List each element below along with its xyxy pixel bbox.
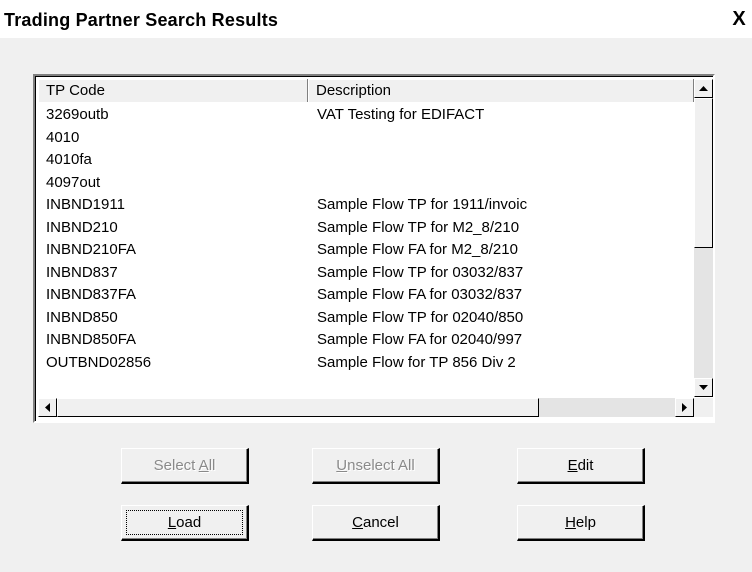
- tp-code-cell: 4097out: [46, 173, 101, 191]
- horizontal-scrollbar[interactable]: [38, 398, 694, 417]
- edit-button[interactable]: Edit: [517, 448, 645, 484]
- table-row[interactable]: 4010: [38, 127, 693, 150]
- vertical-scroll-thumb[interactable]: [694, 98, 713, 248]
- tp-code-cell: INBND1911: [46, 196, 125, 213]
- tp-code-cell: INBND850FA: [46, 331, 137, 348]
- left-arrow-icon: [45, 403, 50, 412]
- right-arrow-icon: [682, 403, 687, 412]
- button-accelerator: C: [352, 514, 363, 531]
- button-label: nselect All: [347, 457, 415, 474]
- table-row[interactable]: INBND837FA Sample Flow FA for 03032/837: [38, 284, 693, 307]
- description-cell: Sample Flow TP for 03032/837: [317, 263, 524, 281]
- tp-code-cell: 3269outb: [46, 106, 109, 123]
- cancel-button[interactable]: Cancel: [312, 505, 440, 541]
- title-bar[interactable]: Trading Partner Search Results X: [0, 0, 752, 38]
- horizontal-scroll-thumb[interactable]: [57, 398, 539, 417]
- scroll-up-button[interactable]: [694, 79, 713, 98]
- tp-code-cell: INBND850: [46, 308, 118, 326]
- tp-code-cell: OUTBND02856: [46, 353, 152, 371]
- close-icon[interactable]: X: [729, 9, 749, 29]
- window-title: Trading Partner Search Results: [4, 10, 279, 30]
- tp-code-cell: 4010fa: [46, 151, 92, 168]
- trading-partner-list[interactable]: TP Code Description 3269outb VAT Testing …: [33, 74, 715, 423]
- table-row[interactable]: OUTBND02856 Sample Flow for TP 856 Div 2: [38, 352, 693, 375]
- table-row[interactable]: INBND850 Sample Flow TP for 02040/850: [38, 307, 693, 330]
- tp-code-cell: INBND837: [46, 263, 118, 281]
- button-label: ancel: [362, 514, 399, 531]
- scroll-right-button[interactable]: [675, 398, 694, 417]
- up-arrow-icon: [699, 86, 708, 91]
- scroll-left-button[interactable]: [38, 398, 57, 417]
- table-row[interactable]: 3269outb VAT Testing for EDIFACT: [38, 104, 693, 127]
- column-header-description[interactable]: Description: [308, 79, 694, 102]
- button-label: elp: [575, 514, 596, 531]
- list-rows: 3269outb VAT Testing for EDIFACT 4010 401…: [38, 104, 693, 394]
- button-accelerator: A: [198, 457, 209, 474]
- description-cell: Sample Flow FA for M2_8/210: [317, 241, 518, 258]
- button-label: Select: [153, 457, 199, 474]
- column-header-tp-code[interactable]: TP Code: [38, 79, 308, 102]
- load-button[interactable]: Load: [121, 505, 249, 541]
- scrollbar-corner: [694, 398, 713, 417]
- description-cell: Sample Flow for TP 856 Div 2: [317, 353, 516, 371]
- unselect-all-button[interactable]: Unselect All: [312, 448, 440, 484]
- tp-code-cell: 4010: [46, 128, 80, 146]
- down-arrow-icon: [699, 385, 708, 390]
- description-cell: Sample Flow TP for 02040/850: [317, 308, 524, 326]
- button-accelerator: U: [336, 457, 348, 474]
- tp-code-cell: INBND210: [46, 218, 118, 236]
- table-row[interactable]: INBND837 Sample Flow TP for 03032/837: [38, 262, 693, 285]
- table-row[interactable]: 4097out: [38, 172, 693, 195]
- description-cell: Sample Flow TP for 1911/invoic: [317, 196, 528, 213]
- tp-code-cell: INBND210FA: [46, 241, 137, 258]
- description-cell: VAT Testing for EDIFACT: [317, 106, 485, 123]
- list-header: TP Code Description: [38, 79, 694, 102]
- table-row[interactable]: INBND1911 Sample Flow TP for 1911/invoic: [38, 194, 693, 217]
- trading-partner-search-dialog: Trading Partner Search Results X TP Code…: [0, 0, 752, 572]
- button-label: ll: [208, 457, 216, 474]
- description-cell: Sample Flow FA for 03032/837: [317, 286, 523, 303]
- button-label: dit: [577, 457, 594, 474]
- tp-code-cell: INBND837FA: [46, 286, 137, 303]
- help-button[interactable]: Help: [517, 505, 645, 541]
- button-accelerator: E: [567, 457, 578, 474]
- table-row[interactable]: INBND850FA Sample Flow FA for 02040/997: [38, 329, 693, 352]
- description-cell: Sample Flow FA for 02040/997: [317, 331, 523, 348]
- table-row[interactable]: INBND210 Sample Flow TP for M2_8/210: [38, 217, 693, 240]
- table-row[interactable]: 4010fa: [38, 149, 693, 172]
- vertical-scrollbar[interactable]: [694, 79, 713, 397]
- description-cell: Sample Flow TP for M2_8/210: [317, 218, 520, 236]
- button-accelerator: H: [565, 514, 576, 531]
- scroll-down-button[interactable]: [694, 378, 713, 397]
- table-row[interactable]: INBND210FA Sample Flow FA for M2_8/210: [38, 239, 693, 262]
- select-all-button[interactable]: Select All: [121, 448, 249, 484]
- focus-rectangle: [126, 510, 243, 535]
